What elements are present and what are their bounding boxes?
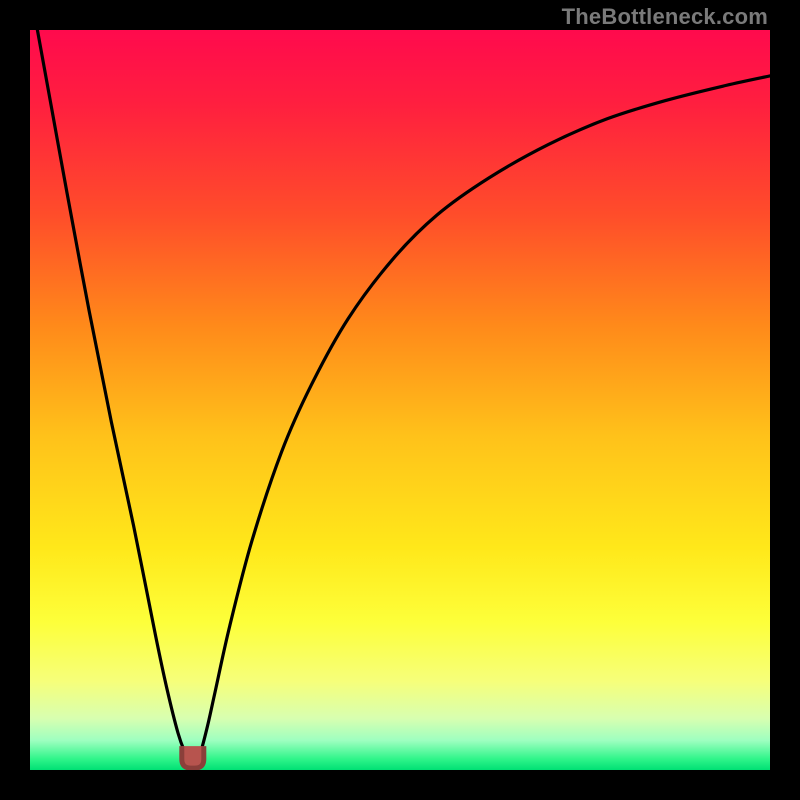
bottleneck-curve (30, 30, 770, 770)
cusp-marker (182, 746, 204, 768)
plot-area (30, 30, 770, 770)
watermark-text: TheBottleneck.com (562, 4, 768, 30)
outer-frame: TheBottleneck.com (0, 0, 800, 800)
